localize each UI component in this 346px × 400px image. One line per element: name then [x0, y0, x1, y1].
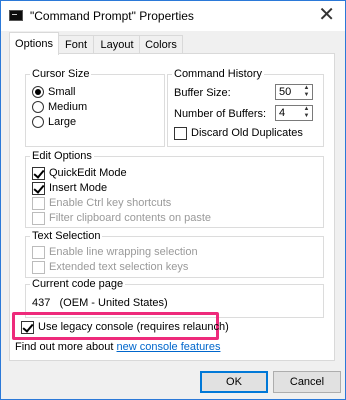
code-page-label: Current code page: [30, 278, 126, 291]
tab-options[interactable]: Options: [9, 32, 59, 55]
find-out-more-text: Find out more about: [15, 341, 114, 353]
checkbox-label: Enable Ctrl key shortcuts: [49, 197, 172, 209]
properties-dialog: "Command Prompt" Properties ✕ Options Fo…: [0, 0, 346, 400]
window-title: "Command Prompt" Properties: [30, 9, 194, 23]
title-bar: "Command Prompt" Properties ✕: [1, 1, 345, 31]
code-page-value: 437 (OEM - United States): [32, 297, 168, 309]
checkbox-label: Enable line wrapping selection: [49, 246, 198, 258]
cursor-size-label: Cursor Size: [30, 68, 92, 81]
find-out-more: Find out more about new console features: [15, 341, 220, 353]
radio-label: Medium: [48, 101, 88, 113]
spin-down-icon[interactable]: ▼: [301, 113, 312, 120]
radio-indicator: [32, 116, 44, 128]
close-icon[interactable]: ✕: [318, 4, 335, 26]
checkbox-label: Filter clipboard contents on paste: [49, 212, 212, 224]
text-selection-label: Text Selection: [30, 230, 103, 243]
radio-label: Large: [48, 116, 77, 128]
cursor-size-group: Cursor Size Small Medium Large: [25, 68, 165, 147]
checkbox-label: Discard Old Duplicates: [191, 127, 303, 139]
checkbox-box: [21, 321, 34, 334]
buffer-size-value: 50: [279, 86, 292, 98]
number-of-buffers-label: Number of Buffers:: [174, 108, 267, 120]
checkbox-label: Extended text selection keys: [49, 261, 189, 273]
buffer-size-label: Buffer Size:: [174, 87, 231, 99]
command-history-label: Command History: [172, 68, 265, 81]
text-selection-group: Text Selection Enable line wrapping sele…: [25, 230, 324, 278]
checkbox-box: [32, 182, 45, 195]
spinner-buttons: ▲ ▼: [301, 106, 312, 120]
edit-options-label: Edit Options: [30, 150, 94, 163]
tab-colors[interactable]: Colors: [139, 35, 183, 54]
console-app-icon: [9, 10, 23, 21]
checkbox-box: [32, 212, 45, 225]
checkbox-label: Use legacy console (requires relaunch): [38, 321, 229, 333]
radio-indicator: [32, 101, 44, 113]
number-of-buffers-spinner[interactable]: 4 ▲ ▼: [275, 105, 313, 121]
checkbox-box: [32, 167, 45, 180]
spin-up-icon[interactable]: ▲: [301, 85, 312, 92]
checkbox-label: QuickEdit Mode: [49, 167, 127, 179]
command-history-group: Command History Buffer Size: 50 ▲ ▼ Numb…: [167, 68, 324, 147]
radio-indicator: [32, 86, 44, 98]
number-of-buffers-value: 4: [279, 107, 286, 119]
checkbox-label: Insert Mode: [49, 182, 108, 194]
cancel-button[interactable]: Cancel: [273, 371, 341, 393]
spin-up-icon[interactable]: ▲: [301, 106, 312, 113]
checkbox-box: [32, 197, 45, 210]
buffer-size-spinner[interactable]: 50 ▲ ▼: [275, 84, 313, 100]
radio-label: Small: [48, 86, 76, 98]
edit-options-group: Edit Options QuickEdit Mode Insert Mode …: [25, 150, 324, 228]
tab-font[interactable]: Font: [57, 35, 95, 54]
tab-layout[interactable]: Layout: [93, 35, 141, 54]
checkbox-box: [32, 246, 45, 259]
checkbox-box: [32, 261, 45, 274]
new-console-features-link[interactable]: new console features: [117, 341, 221, 353]
checkbox-box: [174, 127, 187, 140]
spinner-buttons: ▲ ▼: [301, 85, 312, 99]
spin-down-icon[interactable]: ▼: [301, 92, 312, 99]
ok-button[interactable]: OK: [200, 371, 268, 393]
